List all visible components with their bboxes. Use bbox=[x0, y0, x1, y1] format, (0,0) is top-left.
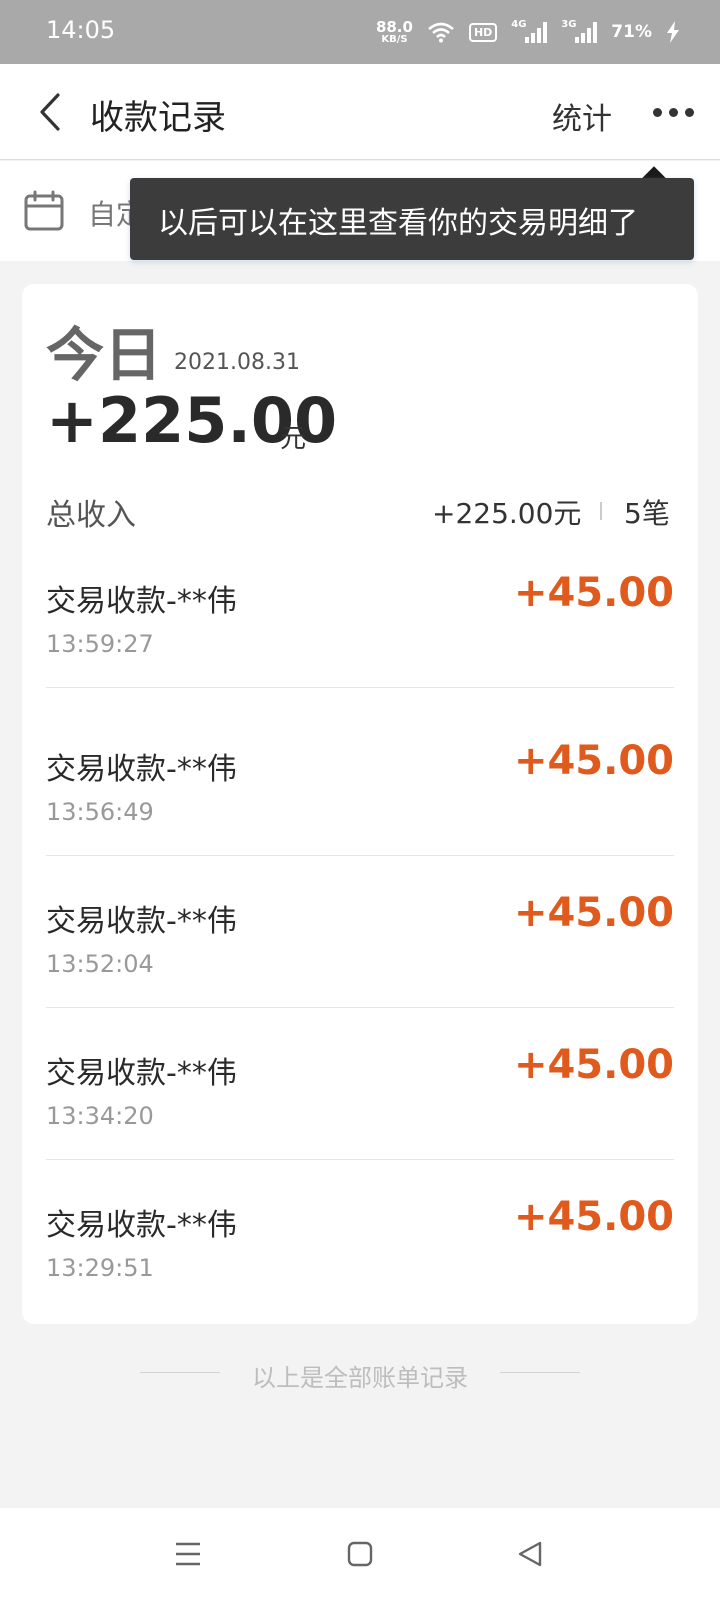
transaction-amount: +45.00 bbox=[513, 1194, 674, 1240]
back-button[interactable] bbox=[26, 88, 74, 136]
transaction-time: 13:56:49 bbox=[46, 798, 154, 826]
end-of-records-note: 以上是全部账单记录 bbox=[252, 1364, 468, 1392]
signal-sim2-icon: 3G bbox=[561, 19, 598, 43]
more-horizontal-icon bbox=[652, 107, 662, 117]
more-button[interactable] bbox=[646, 88, 700, 136]
transaction-count: 5笔 bbox=[624, 497, 670, 530]
transaction-time: 13:34:20 bbox=[46, 1102, 154, 1130]
day-label: 今日 bbox=[46, 321, 163, 389]
transaction-amount: +45.00 bbox=[513, 570, 674, 616]
sim2-network-type: 3G bbox=[561, 19, 577, 30]
end-note-line-right bbox=[500, 1372, 580, 1373]
network-speed-value: 88.0 bbox=[375, 17, 413, 36]
transaction-name: 交易收款-**伟 bbox=[46, 752, 237, 787]
total-unit: 元 bbox=[280, 424, 307, 454]
day-date: 2021.08.31 bbox=[174, 350, 300, 375]
status-icons: 88.0 KB/S HD 4G 3G 71% bbox=[376, 16, 680, 48]
transaction-row[interactable]: 交易收款-**伟 13:52:04 +45.00 bbox=[46, 856, 674, 1008]
page-title: 收款记录 bbox=[90, 98, 226, 138]
sim1-network-type: 4G bbox=[511, 19, 527, 30]
income-divider bbox=[600, 502, 602, 520]
charging-icon bbox=[667, 21, 679, 43]
network-speed: 88.0 KB/S bbox=[375, 17, 413, 45]
records-card: 今日 2021.08.31 +225.00 元 总收入 +225.00元 5笔 … bbox=[22, 284, 698, 1324]
transaction-name: 交易收款-**伟 bbox=[46, 584, 237, 619]
home-square-icon bbox=[347, 1541, 373, 1567]
wifi-icon bbox=[428, 22, 454, 43]
triangle-back-icon bbox=[518, 1541, 542, 1567]
nav-back-button[interactable] bbox=[506, 1530, 554, 1578]
transaction-amount: +45.00 bbox=[513, 890, 674, 936]
transaction-name: 交易收款-**伟 bbox=[46, 904, 237, 939]
signal-sim1-icon: 4G bbox=[511, 19, 548, 43]
hd-badge: HD bbox=[468, 22, 498, 42]
nav-menu-button[interactable] bbox=[164, 1530, 212, 1578]
guide-tooltip[interactable]: 以后可以在这里查看你的交易明细了 bbox=[130, 178, 694, 260]
transaction-time: 13:52:04 bbox=[46, 950, 154, 978]
transaction-time: 13:29:51 bbox=[46, 1254, 154, 1282]
transaction-row[interactable]: 交易收款-**伟 13:56:49 +45.00 bbox=[46, 704, 674, 856]
menu-icon bbox=[176, 1542, 200, 1566]
income-sum: +225.00元 bbox=[432, 497, 582, 530]
nav-home-button[interactable] bbox=[336, 1530, 384, 1578]
stats-button[interactable]: 统计 bbox=[552, 94, 612, 138]
app-header: 收款记录 统计 bbox=[0, 64, 720, 160]
transaction-time: 13:59:27 bbox=[46, 630, 154, 658]
transaction-amount: +45.00 bbox=[513, 738, 674, 784]
tooltip-text: 以后可以在这里查看你的交易明细了 bbox=[158, 206, 638, 241]
income-label: 总收入 bbox=[46, 498, 136, 533]
calendar-icon bbox=[24, 190, 64, 231]
transaction-name: 交易收款-**伟 bbox=[46, 1208, 237, 1243]
battery-level: 71% bbox=[611, 22, 652, 42]
transaction-row[interactable]: 交易收款-**伟 13:59:27 +45.00 bbox=[46, 536, 674, 688]
network-speed-unit: KB/S bbox=[381, 33, 408, 45]
transaction-amount: +45.00 bbox=[513, 1042, 674, 1088]
transaction-row[interactable]: 交易收款-**伟 13:29:51 +45.00 bbox=[46, 1160, 674, 1312]
system-nav-bar bbox=[0, 1508, 720, 1600]
transaction-row[interactable]: 交易收款-**伟 13:34:20 +45.00 bbox=[46, 1008, 674, 1160]
chevron-left-icon bbox=[40, 93, 60, 131]
status-time: 14:05 bbox=[46, 16, 116, 44]
transaction-name: 交易收款-**伟 bbox=[46, 1056, 237, 1091]
status-bar: 14:05 88.0 KB/S HD 4G 3G 71% bbox=[0, 0, 720, 64]
